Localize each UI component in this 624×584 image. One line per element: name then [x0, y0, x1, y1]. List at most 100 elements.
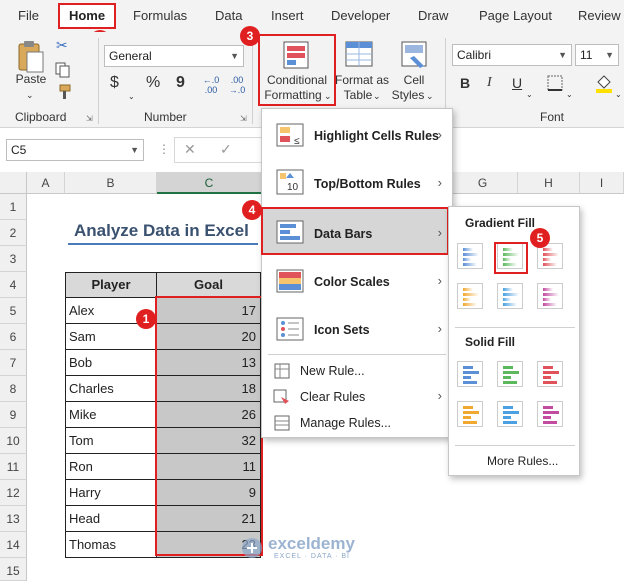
gradient-fill-swatch[interactable] — [457, 243, 483, 269]
conditional-formatting-label-2[interactable]: Formatting — [260, 88, 326, 102]
number-format-select[interactable]: General ▼ — [104, 45, 244, 67]
solid-fill-swatch[interactable] — [497, 401, 523, 427]
column-header[interactable]: H — [518, 172, 580, 194]
percent-button[interactable]: % — [146, 75, 160, 91]
step-badge-1: 1 — [136, 309, 156, 329]
row-header[interactable]: 13 — [0, 506, 27, 532]
player-cell[interactable]: Harry — [65, 480, 157, 506]
comma-button[interactable]: 9 — [176, 75, 185, 91]
row-header[interactable]: 3 — [0, 246, 27, 272]
fill-color-icon[interactable] — [594, 72, 614, 94]
cell-styles-label-2[interactable]: Styles — [390, 88, 426, 102]
column-header[interactable]: I — [580, 172, 624, 194]
column-header[interactable]: G — [448, 172, 518, 194]
font-size-select[interactable]: 11 ▼ — [575, 44, 619, 66]
tab-developer[interactable]: Developer — [331, 8, 390, 23]
row-header[interactable]: 4 — [0, 272, 27, 298]
number-launcher-icon[interactable]: ⇲ — [240, 112, 247, 126]
tab-insert[interactable]: Insert — [271, 8, 304, 23]
row-header[interactable]: 7 — [0, 350, 27, 376]
swatch-bar — [543, 288, 553, 291]
row-header[interactable]: 11 — [0, 454, 27, 480]
menu-item-clear-rules[interactable]: Clear Rules › — [262, 385, 452, 409]
currency-dropdown-icon[interactable]: ⌄ — [128, 90, 135, 104]
clipboard-launcher-icon[interactable]: ⇲ — [86, 112, 93, 126]
player-cell[interactable]: Head — [65, 506, 157, 532]
paste-icon[interactable] — [14, 40, 46, 76]
row-header[interactable]: 12 — [0, 480, 27, 506]
svg-text:≤: ≤ — [294, 136, 300, 147]
header-player[interactable]: Player — [65, 272, 157, 298]
tab-page-layout[interactable]: Page Layout — [479, 8, 552, 23]
italic-button[interactable]: I — [487, 76, 492, 90]
menu-item-manage-rules[interactable]: Manage Rules... — [262, 411, 452, 435]
swatch-bar — [543, 411, 559, 414]
name-box[interactable]: C5 ▼ — [6, 139, 144, 161]
row-header[interactable]: 2 — [0, 220, 27, 246]
cell-styles-label[interactable]: Cell — [396, 73, 432, 87]
select-all-corner[interactable] — [0, 172, 27, 194]
gradient-fill-swatch[interactable] — [497, 283, 523, 309]
row-header[interactable]: 6 — [0, 324, 27, 350]
gradient-fill-swatch[interactable] — [537, 283, 563, 309]
menu-item-top-bottom-rules[interactable]: 10 Top/Bottom Rules › — [262, 163, 452, 203]
player-cell[interactable]: Tom — [65, 428, 157, 454]
swatch-bar — [463, 406, 473, 409]
tab-review[interactable]: Review — [578, 8, 621, 23]
player-cell[interactable]: Bob — [65, 350, 157, 376]
tab-draw[interactable]: Draw — [418, 8, 448, 23]
font-name-select[interactable]: Calibri ▼ — [452, 44, 572, 66]
solid-fill-swatch[interactable] — [537, 401, 563, 427]
format-as-table-label[interactable]: Format as — [334, 73, 390, 87]
cut-icon[interactable]: ✂ — [56, 38, 68, 52]
row-header[interactable]: 14 — [0, 532, 27, 558]
menu-item-color-scales[interactable]: Color Scales › — [262, 261, 452, 301]
gradient-fill-swatch[interactable] — [457, 283, 483, 309]
more-rules-link[interactable]: More Rules... — [487, 454, 558, 468]
tab-home[interactable]: Home — [58, 3, 116, 29]
tab-file[interactable]: File — [18, 8, 39, 23]
swatch-bar — [463, 248, 473, 251]
underline-button[interactable]: U — [512, 76, 522, 90]
format-painter-icon[interactable] — [54, 84, 72, 100]
tab-formulas[interactable]: Formulas — [133, 8, 187, 23]
currency-button[interactable]: $ — [110, 75, 119, 91]
format-as-table-icon[interactable] — [344, 40, 376, 70]
conditional-formatting-icon[interactable] — [282, 40, 310, 70]
format-as-table-label-2[interactable]: Table — [338, 88, 378, 102]
row-header[interactable]: 1 — [0, 194, 27, 220]
player-cell[interactable]: Mike — [65, 402, 157, 428]
conditional-formatting-label[interactable]: Conditional — [260, 73, 334, 87]
solid-fill-swatch[interactable] — [457, 361, 483, 387]
row-header[interactable]: 15 — [0, 558, 27, 581]
paste-button[interactable]: Paste — [14, 72, 48, 86]
copy-icon[interactable] — [54, 62, 72, 78]
header-goal[interactable]: Goal — [156, 272, 261, 298]
column-header-selected[interactable]: C — [157, 172, 262, 194]
solid-fill-swatch[interactable] — [537, 361, 563, 387]
column-header[interactable]: B — [65, 172, 157, 194]
row-header[interactable]: 5 — [0, 298, 27, 324]
column-header[interactable]: A — [27, 172, 65, 194]
increase-decimal-button[interactable]: ←.0 .00 — [200, 75, 222, 95]
player-cell[interactable]: Ron — [65, 454, 157, 480]
row-header[interactable]: 9 — [0, 402, 27, 428]
icon-sets-label: Icon Sets — [314, 323, 370, 337]
row-header[interactable]: 8 — [0, 376, 27, 402]
menu-item-new-rule[interactable]: New Rule... — [262, 359, 452, 383]
cell-styles-icon[interactable] — [400, 40, 430, 70]
menu-item-highlight-cells-rules[interactable]: ≤ Highlight Cells Rules › — [262, 115, 452, 155]
player-cell[interactable]: Thomas — [65, 532, 157, 558]
row-header[interactable]: 10 — [0, 428, 27, 454]
solid-fill-swatch[interactable] — [457, 401, 483, 427]
borders-icon[interactable] — [546, 74, 564, 92]
player-cell[interactable]: Charles — [65, 376, 157, 402]
bold-button[interactable]: B — [460, 76, 470, 90]
swatch-bar — [543, 376, 551, 379]
tab-data[interactable]: Data — [215, 8, 242, 23]
decrease-decimal-button[interactable]: .00 →.0 — [226, 75, 248, 95]
paste-dropdown-icon[interactable]: ⌄ — [26, 88, 34, 102]
solid-fill-swatch[interactable] — [497, 361, 523, 387]
watermark-tagline: EXCEL · DATA · BI — [274, 553, 350, 560]
menu-item-icon-sets[interactable]: Icon Sets › — [262, 309, 452, 349]
